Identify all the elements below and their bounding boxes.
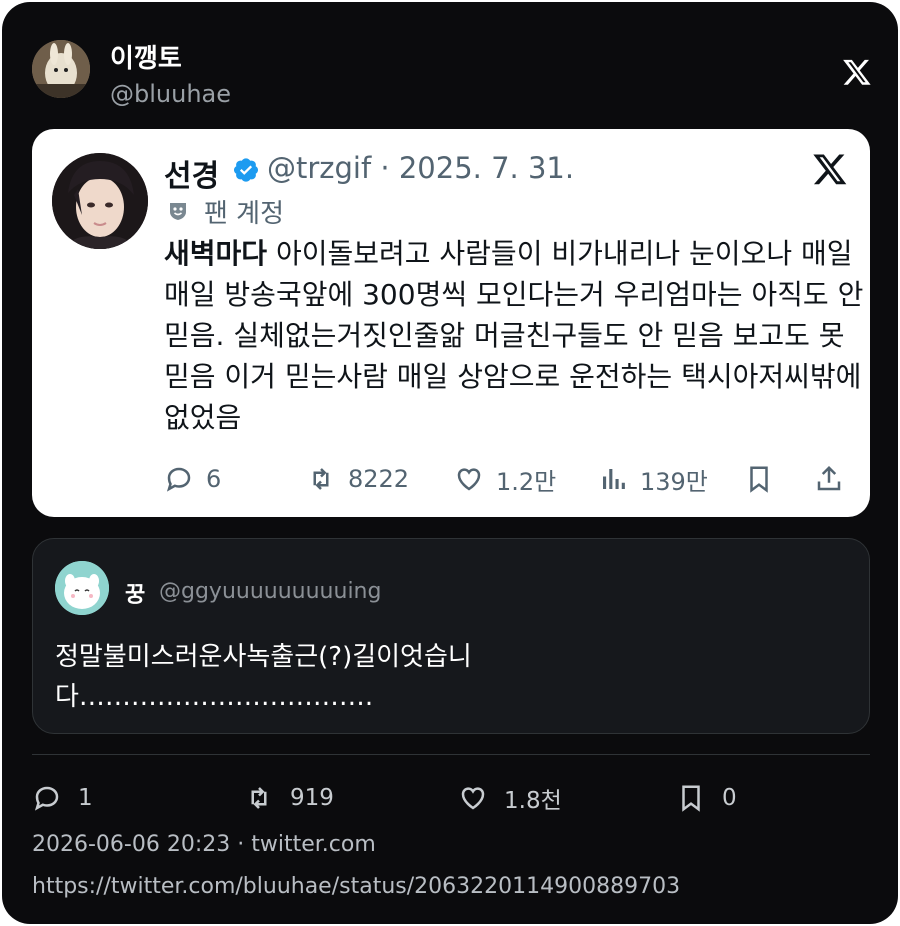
- views-icon: [603, 469, 625, 489]
- x-logo-icon[interactable]: [842, 57, 872, 87]
- retweet-icon: [251, 787, 267, 809]
- retweet-count: 919: [290, 785, 334, 811]
- bookmark-count: 0: [722, 785, 737, 811]
- timestamp-source: 2026-06-06 20:23 · twitter.com: [32, 832, 376, 857]
- author-handle[interactable]: @bluuhae: [110, 80, 231, 108]
- divider: [32, 754, 870, 755]
- embedded-tweet-text-body: 아이돌보려고 사람들이 비가내리나 눈이오나 매일매일 방송국앞에 300명씩 …: [164, 237, 864, 434]
- tweet-url[interactable]: https://twitter.com/bluuhae/status/20632…: [32, 874, 680, 899]
- like-count: 1.8천: [504, 788, 562, 814]
- embedded-share: [814, 459, 856, 499]
- embedded-like: 1.2만: [454, 459, 556, 499]
- x-logo-icon: [813, 154, 847, 185]
- bookmark-icon: [682, 785, 700, 812]
- embedded-retweet-count: 8222: [348, 465, 410, 493]
- reply-button[interactable]: 1: [32, 780, 93, 816]
- quoted-tweet-text: 정말불미스러운사녹출근(?)길이엇습니 다…………………………….: [55, 642, 472, 712]
- like-icon: [461, 787, 485, 810]
- embedded-bookmark: [744, 459, 786, 499]
- like-icon: [457, 468, 481, 491]
- tweet-card: 이깽토 @bluuhae 선경 @trzgif · 2025. 7. 31. 팬…: [2, 2, 898, 924]
- embedded-handle-date: @trzgif · 2025. 7. 31.: [267, 151, 575, 185]
- retweet-button[interactable]: 919: [244, 780, 334, 816]
- embedded-tweet-text-bold: 새벽마다: [164, 237, 268, 270]
- verified-badge-icon: [233, 158, 259, 182]
- embedded-views: 139만: [598, 459, 708, 499]
- embedded-reply-count: 6: [206, 465, 222, 493]
- share-icon: [817, 465, 841, 491]
- reply-count: 1: [78, 785, 93, 811]
- quoted-author-handle: @ggyuuuuuuuuuing: [159, 579, 382, 604]
- embedded-author-avatar: [52, 153, 148, 249]
- retweet-icon: [313, 468, 329, 490]
- embedded-reply: 6: [164, 459, 221, 499]
- bookmark-button[interactable]: 0: [676, 780, 737, 816]
- bookmark-icon: [750, 466, 768, 493]
- embedded-like-count: 1.2만: [496, 467, 557, 496]
- quoted-tweet[interactable]: 꿍 @ggyuuuuuuuuuing 정말불미스러운사녹출근(?)길이엇습니 다…: [32, 538, 870, 734]
- embedded-tweet-image[interactable]: 선경 @trzgif · 2025. 7. 31. 팬 계정 새벽마다 아이돌보…: [32, 129, 870, 517]
- quoted-author-name: 꿍: [125, 583, 146, 608]
- like-button[interactable]: 1.8천: [458, 780, 562, 816]
- author-avatar[interactable]: [32, 40, 90, 98]
- reply-icon: [166, 467, 191, 492]
- fan-account-label: 팬 계정: [204, 199, 285, 229]
- embedded-tweet-text: 새벽마다 아이돌보려고 사람들이 비가내리나 눈이오나 매일매일 방송국앞에 3…: [164, 233, 864, 438]
- fan-account-icon: [170, 203, 186, 220]
- reply-icon: [34, 786, 59, 811]
- quoted-author-avatar: [55, 561, 109, 615]
- embedded-view-count: 139만: [640, 467, 708, 496]
- author-display-name[interactable]: 이깽토: [110, 38, 182, 75]
- embedded-action-bar: 6 8222 1.2만 139만: [164, 459, 854, 499]
- embedded-retweet: 8222: [306, 459, 409, 499]
- embedded-author-name: 선경: [164, 159, 220, 194]
